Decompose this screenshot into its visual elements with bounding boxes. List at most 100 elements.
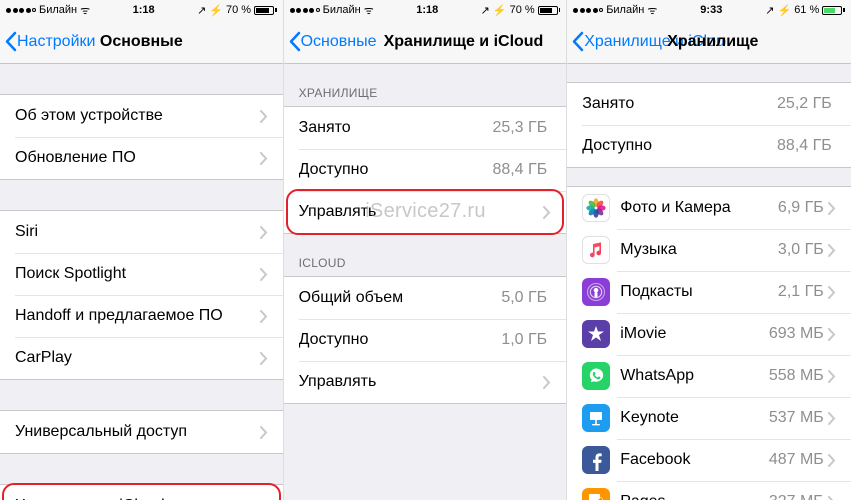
settings-row: Доступно88,4 ГБ — [567, 125, 851, 167]
settings-row[interactable]: Handoff и предлагаемое ПО — [0, 295, 283, 337]
settings-group: Универсальный доступ — [0, 410, 283, 454]
settings-row[interactable]: Фото и Камера6,9 ГБ — [567, 187, 851, 229]
pages-icon — [582, 488, 610, 500]
row-label: Keynote — [620, 409, 769, 427]
podcasts-icon — [582, 278, 610, 306]
battery-pct: 70 % — [510, 4, 535, 16]
row-label: Занято — [299, 119, 493, 137]
status-time: 9:33 — [700, 4, 722, 16]
settings-row[interactable]: Универсальный доступ — [0, 411, 283, 453]
settings-row[interactable]: Facebook487 МБ — [567, 439, 851, 481]
back-button[interactable]: Хранилище и iCloud — [567, 31, 726, 52]
row-label: Доступно — [299, 161, 493, 179]
settings-row: Занято25,2 ГБ — [567, 83, 851, 125]
settings-group: Занято25,2 ГБ Доступно88,4 ГБ — [567, 82, 851, 168]
location-icon: ↗ — [481, 4, 490, 17]
bluetooth-icon: ⚡ — [209, 4, 223, 17]
chevron-right-icon — [828, 328, 836, 341]
settings-row[interactable]: iMovie693 МБ — [567, 313, 851, 355]
chevron-right-icon — [828, 496, 836, 500]
chevron-right-icon — [828, 454, 836, 467]
row-label: Фото и Камера — [620, 199, 778, 217]
row-value: 327 МБ — [769, 493, 824, 500]
row-value: 25,3 ГБ — [492, 119, 547, 137]
status-time: 1:18 — [133, 4, 155, 16]
row-label: iMovie — [620, 325, 769, 343]
keynote-icon — [582, 404, 610, 432]
battery-icon — [254, 6, 277, 15]
wifi-icon: ᯤ — [364, 3, 374, 18]
back-label: Настройки — [17, 33, 95, 51]
settings-row: Занято25,3 ГБ — [284, 107, 567, 149]
bluetooth-icon: ⚡ — [777, 4, 791, 17]
wifi-icon: ᯤ — [80, 3, 90, 18]
settings-group: Общий объем5,0 ГБ Доступно1,0 ГБ Управля… — [284, 276, 567, 404]
carrier-label: Билайн — [323, 4, 361, 16]
settings-group: Занято25,3 ГБ Доступно88,4 ГБ Управлять — [284, 106, 567, 234]
settings-row[interactable]: Об этом устройстве — [0, 95, 283, 137]
back-button[interactable]: Настройки — [0, 31, 95, 52]
settings-row[interactable]: CarPlay — [0, 337, 283, 379]
row-label: Управлять — [299, 373, 544, 391]
chevron-right-icon — [828, 202, 836, 215]
section-header: ICLOUD — [284, 234, 567, 276]
row-label: Музыка — [620, 241, 778, 259]
signal-icon — [290, 8, 320, 13]
settings-row[interactable]: Siri — [0, 211, 283, 253]
screen: Билайнᯤ 1:18 ↗⚡70 % Основные Хранилище и… — [284, 0, 568, 500]
chevron-right-icon — [543, 376, 551, 389]
chevron-right-icon — [543, 206, 551, 219]
row-value: 537 МБ — [769, 409, 824, 427]
bluetooth-icon: ⚡ — [493, 4, 507, 17]
screen: Билайнᯤ 9:33 ↗⚡61 % Хранилище и iCloud Х… — [567, 0, 851, 500]
settings-row: Доступно88,4 ГБ — [284, 149, 567, 191]
settings-row[interactable]: Обновление ПО — [0, 137, 283, 179]
row-value: 3,0 ГБ — [778, 241, 824, 259]
battery-icon — [822, 6, 845, 15]
settings-row[interactable]: Хранилище и iCloud — [0, 485, 283, 500]
row-value: 693 МБ — [769, 325, 824, 343]
battery-pct: 61 % — [794, 4, 819, 16]
settings-row[interactable]: Музыка3,0 ГБ — [567, 229, 851, 271]
status-bar: Билайнᯤ 1:18 ↗⚡70 % — [0, 0, 283, 20]
location-icon: ↗ — [197, 4, 206, 17]
settings-row[interactable]: Поиск Spotlight — [0, 253, 283, 295]
photos-icon — [582, 194, 610, 222]
battery-pct: 70 % — [226, 4, 251, 16]
row-label: Доступно — [582, 137, 777, 155]
status-bar: Билайнᯤ 9:33 ↗⚡61 % — [567, 0, 851, 20]
settings-row[interactable]: WhatsApp558 МБ — [567, 355, 851, 397]
back-label: Основные — [301, 33, 377, 51]
chevron-right-icon — [260, 310, 268, 323]
row-value: 5,0 ГБ — [501, 289, 547, 307]
row-label: Управлять — [299, 203, 544, 221]
facebook-icon — [582, 446, 610, 474]
chevron-right-icon — [828, 412, 836, 425]
settings-group: Siri Поиск Spotlight Handoff и предлагае… — [0, 210, 283, 380]
row-value: 88,4 ГБ — [777, 137, 832, 155]
row-label: CarPlay — [15, 349, 260, 367]
row-label: Универсальный доступ — [15, 423, 260, 441]
battery-icon — [538, 6, 561, 15]
signal-icon — [6, 8, 36, 13]
settings-row[interactable]: Keynote537 МБ — [567, 397, 851, 439]
back-button[interactable]: Основные — [284, 31, 377, 52]
carrier-label: Билайн — [606, 4, 644, 16]
row-label: Занято — [582, 95, 777, 113]
settings-row[interactable]: Подкасты2,1 ГБ — [567, 271, 851, 313]
row-value: 2,1 ГБ — [778, 283, 824, 301]
row-value: 88,4 ГБ — [492, 161, 547, 179]
music-icon — [582, 236, 610, 264]
row-label: WhatsApp — [620, 367, 769, 385]
row-value: 558 МБ — [769, 367, 824, 385]
chevron-right-icon — [260, 226, 268, 239]
carrier-label: Билайн — [39, 4, 77, 16]
settings-row[interactable]: Управлять — [284, 361, 567, 403]
chevron-right-icon — [260, 268, 268, 281]
status-bar: Билайнᯤ 1:18 ↗⚡70 % — [284, 0, 567, 20]
settings-row[interactable]: Управлять — [284, 191, 567, 233]
nav-bar: Настройки Основные — [0, 20, 283, 64]
row-label: Доступно — [299, 331, 502, 349]
settings-row[interactable]: Pages327 МБ — [567, 481, 851, 500]
screen: Билайнᯤ 1:18 ↗⚡70 % Настройки Основные О… — [0, 0, 284, 500]
